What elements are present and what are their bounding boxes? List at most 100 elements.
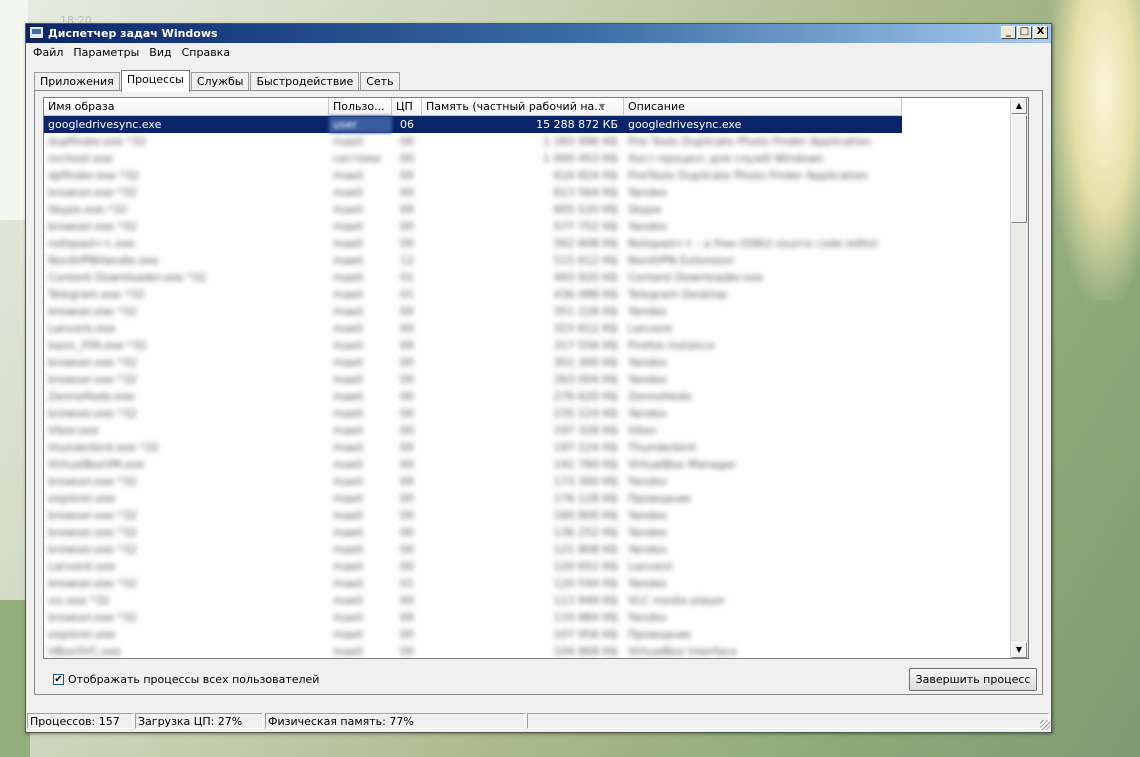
- process-name: browser.exe *32: [48, 220, 138, 233]
- process-cpu: 00: [400, 220, 414, 233]
- process-row[interactable]: browser.exe *32 maeli 00 160 800 КБ Yandex: [44, 507, 902, 524]
- scroll-down-arrow-icon[interactable]: ▼: [1011, 642, 1027, 658]
- process-row[interactable]: notepad++.exe maeli 00 562 608 КБ Notepad++ …: [44, 235, 902, 252]
- process-row[interactable]: ZennoHodo.exe maeli 00 276 620 КБ ZennoHodo: [44, 388, 902, 405]
- tab-services[interactable]: Службы: [190, 72, 250, 92]
- process-memory: 104 868 КБ: [553, 645, 618, 658]
- process-list[interactable]: Имя образа Пользо... ЦП Память (частный …: [43, 97, 1029, 659]
- process-row[interactable]: explorer.exe maeli 00 107 956 КБ Проводник: [44, 626, 902, 643]
- process-memory: 351 228 КБ: [553, 305, 618, 318]
- menu-help[interactable]: Справка: [177, 45, 235, 63]
- column-memory[interactable]: Память (частный рабочий на... ▼: [422, 98, 624, 116]
- process-row[interactable]: vic.exe *32 maeli 00 113 948 КБ VLC media pl…: [44, 592, 902, 609]
- show-all-users-option[interactable]: ✔ Отображать процессы всех пользователей: [53, 673, 319, 686]
- process-cpu: 00: [400, 390, 414, 403]
- show-all-users-checkbox[interactable]: ✔: [53, 674, 64, 685]
- process-user: maeli: [333, 288, 364, 301]
- process-row[interactable]: browser.exe *32 maeli 00 351 228 КБ Yandex: [44, 303, 902, 320]
- process-cpu: 00: [400, 526, 414, 539]
- process-memory: 120 544 КБ: [553, 577, 618, 590]
- menu-view[interactable]: Вид: [144, 45, 176, 63]
- maximize-button[interactable]: □: [1017, 26, 1032, 39]
- vertical-scrollbar[interactable]: ▲ ▼: [1010, 98, 1028, 658]
- process-name: Viber.exe: [48, 424, 99, 437]
- process-name: basic_FFA.exe *32: [48, 339, 148, 352]
- process-cpu: 12: [400, 254, 414, 267]
- process-name: Lanvent.exe: [48, 322, 116, 335]
- list-header: Имя образа Пользо... ЦП Память (частный …: [44, 98, 902, 116]
- process-row[interactable]: browser.exe *32 maeli 00 136 252 КБ Yandex: [44, 524, 902, 541]
- process-name: svchost.exe: [48, 152, 114, 165]
- process-row[interactable]: basic_FFA.exe *32 maeli 00 317 556 КБ Firefo…: [44, 337, 902, 354]
- process-cpu: 00: [400, 169, 414, 182]
- end-process-button[interactable]: Завершить процесс: [909, 668, 1037, 691]
- process-row[interactable]: browser.exe *32 maeli 00 110 884 КБ Yandex: [44, 609, 902, 626]
- process-row[interactable]: svchost.exe система 00 1 000 453 КБ Хост-про…: [44, 150, 902, 167]
- task-manager-icon: [29, 26, 44, 39]
- resize-grip-icon[interactable]: [1040, 720, 1050, 730]
- process-row[interactable]: explorer.exe maeli 00 176 128 КБ Проводник: [44, 490, 902, 507]
- process-description: Lanvent: [628, 560, 673, 573]
- process-user: maeli: [333, 322, 364, 335]
- close-button[interactable]: X: [1033, 26, 1048, 39]
- process-user: maeli: [333, 526, 364, 539]
- process-user: maeli: [333, 543, 364, 556]
- process-cpu: 00: [400, 543, 414, 556]
- process-name: NordVPNHandle.exe: [48, 254, 159, 267]
- menu-file[interactable]: Файл: [28, 45, 68, 63]
- process-user: maeli: [333, 271, 364, 284]
- process-row[interactable]: dpfinder.exe *32 maeli 00 616 824 КБ FireToo…: [44, 167, 902, 184]
- process-memory: 176 128 КБ: [553, 492, 618, 505]
- status-bar: Процессов: 157 Загрузка ЦП: 27% Физическ…: [26, 713, 1052, 732]
- process-user: maeli: [333, 441, 364, 454]
- process-name: browser.exe *32: [48, 509, 138, 522]
- menu-options[interactable]: Параметры: [68, 45, 144, 63]
- process-row[interactable]: NordVPNHandle.exe maeli 12 515 612 КБ NordVP…: [44, 252, 902, 269]
- tab-processes[interactable]: Процессы: [120, 70, 190, 92]
- process-row[interactable]: browser.exe *32 maeli 00 263 004 КБ Yandex: [44, 371, 902, 388]
- tab-performance[interactable]: Быстродействие: [250, 72, 360, 92]
- process-row[interactable]: browser.exe *32 maeli 01 120 544 КБ Yandex: [44, 575, 902, 592]
- process-row[interactable]: browser.exe *32 maeli 00 613 564 КБ Yandex: [44, 184, 902, 201]
- process-row[interactable]: Lanvent.exe maeli 00 315 612 КБ Lanvent: [44, 320, 902, 337]
- tab-networking[interactable]: Сеть: [360, 72, 400, 92]
- process-name: dpfinder.exe *32: [48, 169, 140, 182]
- process-row[interactable]: thunderbird.exe *32 maeli 00 197 224 КБ Thun…: [44, 439, 902, 456]
- process-row[interactable]: browser.exe *32 maeli 00 121 808 КБ Yandex: [44, 541, 902, 558]
- process-row[interactable]: browser.exe *32 maeli 00 235 224 КБ Yandex: [44, 405, 902, 422]
- process-description: Skype: [628, 203, 662, 216]
- process-row[interactable]: Viber.exe maeli 00 197 328 КБ Viber: [44, 422, 902, 439]
- column-description[interactable]: Описание: [624, 98, 902, 116]
- process-row[interactable]: browser.exe *32 maeli 00 301 300 КБ Yandex: [44, 354, 902, 371]
- process-row[interactable]: browser.exe *32 maeli 00 577 752 КБ Yandex: [44, 218, 902, 235]
- process-memory: 197 224 КБ: [553, 441, 618, 454]
- process-description: Thunderbird: [628, 441, 696, 454]
- process-name: googledrivesync.exe: [48, 118, 162, 131]
- process-row[interactable]: dupfinder.exe *32 maeli 00 1 283 996 КБ Fire…: [44, 133, 902, 150]
- scroll-thumb[interactable]: [1011, 115, 1027, 223]
- process-row[interactable]: Lanvent.exe maeli 00 120 652 КБ Lanvent: [44, 558, 902, 575]
- process-user: maeli: [333, 407, 364, 420]
- process-row[interactable]: Content Downloader.exe *32 maeli 01 493 920…: [44, 269, 902, 286]
- column-image-name[interactable]: Имя образа: [44, 98, 329, 116]
- process-row[interactable]: VirtualBoxVM.exe maeli 00 192 760 КБ Virtual…: [44, 456, 902, 473]
- scroll-up-arrow-icon[interactable]: ▲: [1011, 98, 1027, 114]
- minimize-button[interactable]: _: [1001, 26, 1016, 39]
- process-memory: 616 824 КБ: [553, 169, 618, 182]
- process-memory: 315 612 КБ: [553, 322, 618, 335]
- process-memory: 15 288 872 КБ: [536, 118, 618, 131]
- process-cpu: 00: [400, 645, 414, 658]
- tab-applications[interactable]: Приложения: [34, 72, 120, 92]
- process-row[interactable]: Skype.exe *32 maeli 00 605 520 КБ Skype: [44, 201, 902, 218]
- process-description: Yandex: [628, 373, 667, 386]
- process-row[interactable]: browser.exe *32 maeli 00 173 300 КБ Yandex: [44, 473, 902, 490]
- column-cpu[interactable]: ЦП: [392, 98, 422, 116]
- process-row[interactable]: VBoxSVC.exe maeli 00 104 868 КБ VirtualBox I…: [44, 643, 902, 658]
- title-bar[interactable]: Диспетчер задач Windows _ □ X: [26, 24, 1051, 43]
- process-user: maeli: [333, 237, 364, 250]
- process-row[interactable]: Telegram.exe *32 maeli 01 436 488 КБ Telegra…: [44, 286, 902, 303]
- process-row[interactable]: googledrivesync.exe user 06 15 288 872 КБ go…: [44, 116, 902, 133]
- process-cpu: 00: [400, 475, 414, 488]
- process-user: maeli: [333, 169, 364, 182]
- column-user[interactable]: Пользо...: [329, 98, 392, 116]
